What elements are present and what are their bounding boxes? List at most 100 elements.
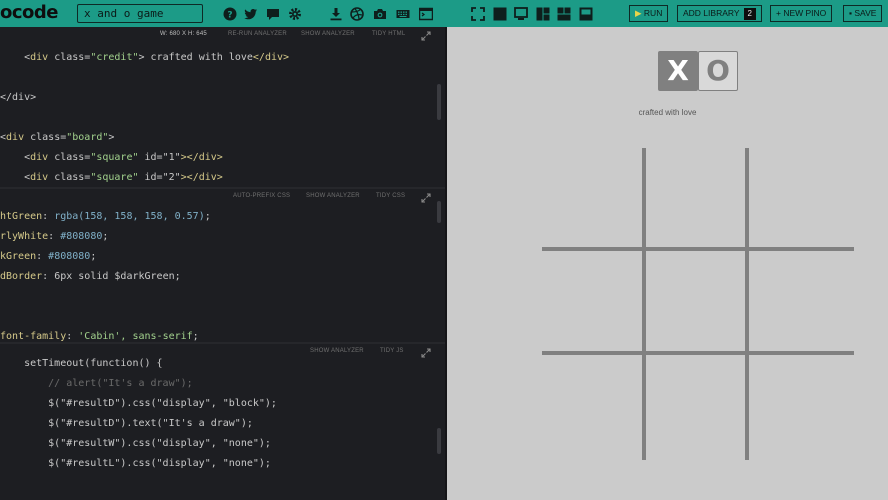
tidy-css-button[interactable]: TIDY CSS — [376, 193, 405, 199]
save-icon: ▪ — [849, 8, 853, 18]
run-button[interactable]: ▶ RUN — [629, 5, 669, 22]
code-token: ; — [192, 331, 199, 342]
code-line: <div class="square" id="2"></div> — [0, 170, 223, 186]
code-token: font-family — [0, 331, 67, 342]
code-token: ></div> — [180, 152, 223, 163]
css-scrollbar[interactable] — [437, 201, 441, 223]
keyboard-icon[interactable] — [396, 7, 410, 21]
library-count-badge: 2 — [743, 8, 756, 20]
code-line: // alert("It's a draw"); — [0, 378, 193, 389]
code-token: #808080 — [48, 251, 91, 262]
tidy-js-button[interactable]: TIDY JS — [380, 348, 404, 354]
code-token: kGreen — [0, 251, 37, 262]
show-analyzer-button[interactable]: SHOW ANALYZER — [306, 193, 360, 199]
code-line: $("#resultW").css("display", "none"); — [0, 438, 271, 449]
js-pane: SHOW ANALYZER TIDY JS setTimeout(functio… — [0, 344, 445, 500]
code-line: setTimeout(function() { — [0, 358, 163, 369]
code-token: div — [6, 132, 25, 143]
layout-split-icon[interactable] — [536, 7, 550, 21]
layout-tiles-icon[interactable] — [557, 7, 571, 21]
code-line: dBorder: 6px solid $darkGreen; — [0, 269, 181, 285]
code-token: ; — [174, 271, 181, 282]
play-icon: ▶ — [635, 8, 642, 18]
board-line-horizontal — [542, 351, 854, 355]
new-pino-button[interactable]: + NEW PINO — [770, 5, 833, 22]
code-token: ; — [90, 251, 97, 262]
code-token: 6px solid $darkGreen — [54, 271, 175, 282]
download-icon[interactable] — [329, 7, 343, 21]
board-line-vertical — [745, 148, 749, 460]
add-library-button[interactable]: ADD LIBRARY 2 — [677, 5, 762, 22]
html-pane: W: 680 x H: 645 RE-RUN ANALYZER SHOW ANA… — [0, 27, 445, 187]
code-line: <div class="board"> — [0, 130, 114, 146]
code-token: "board" — [66, 132, 109, 143]
autoprefix-css-button[interactable]: AUTO-PREFIX CSS — [233, 193, 290, 199]
code-token: : — [42, 271, 55, 282]
html-scrollbar[interactable] — [437, 84, 441, 120]
svg-text:?: ? — [227, 11, 232, 21]
code-token: "credit" — [90, 52, 139, 63]
code-line: font-family: 'Cabin', sans-serif; — [0, 329, 199, 342]
code-token: < — [0, 172, 31, 183]
code-token: </div> — [0, 92, 37, 103]
css-pane: AUTO-PREFIX CSS SHOW ANALYZER TIDY CSS h… — [0, 189, 445, 342]
code-token: class= — [48, 152, 91, 163]
fullscreen-icon[interactable] — [471, 7, 485, 21]
expand-icon[interactable] — [421, 193, 431, 203]
code-token: #808080 — [60, 231, 103, 242]
help-icon[interactable]: ? — [223, 7, 237, 21]
board-line-horizontal — [542, 247, 854, 251]
code-token: </div> — [252, 52, 290, 63]
code-token: div — [30, 172, 49, 183]
dribbble-icon[interactable] — [350, 7, 364, 21]
code-token: < — [0, 52, 31, 63]
show-analyzer-button[interactable]: SHOW ANALYZER — [310, 348, 364, 354]
code-token: rgba(158, 158, 158, 0.57) — [54, 211, 205, 222]
rerun-analyzer-button[interactable]: RE-RUN ANALYZER — [228, 31, 287, 37]
html-pane-header: W: 680 x H: 645 RE-RUN ANALYZER SHOW ANA… — [0, 27, 445, 43]
o-player-button[interactable]: O — [698, 51, 738, 91]
css-pane-header: AUTO-PREFIX CSS SHOW ANALYZER TIDY CSS — [0, 189, 445, 205]
code-editor: W: 680 x H: 645 RE-RUN ANALYZER SHOW ANA… — [0, 27, 445, 500]
code-token: htGreen — [0, 211, 43, 222]
pen-title-input[interactable]: x and o game — [77, 4, 203, 23]
code-token: div — [30, 152, 49, 163]
dimensions-readout: W: 680 x H: 645 — [160, 31, 207, 37]
code-line: </div> — [0, 90, 36, 106]
tidy-html-button[interactable]: TIDY HTML — [372, 31, 405, 37]
code-token: id="1" — [138, 152, 181, 163]
code-token: ; — [204, 211, 211, 222]
layout-screen-icon[interactable] — [514, 7, 528, 21]
code-line: kGreen: #808080; — [0, 249, 96, 265]
layout-full-icon[interactable] — [493, 7, 507, 21]
logo[interactable]: ocode — [0, 2, 59, 24]
code-line: <div class="square" id="1"></div> — [0, 150, 223, 166]
x-player-button[interactable]: X — [658, 51, 698, 91]
credit-text: crafted with love — [638, 108, 697, 117]
expand-icon[interactable] — [421, 348, 431, 358]
gear-icon[interactable] — [288, 7, 302, 21]
code-token: ></div> — [180, 172, 223, 183]
code-token: crafted with love — [144, 52, 253, 63]
terminal-icon[interactable] — [419, 7, 433, 21]
show-analyzer-button[interactable]: SHOW ANALYZER — [301, 31, 355, 37]
code-token: id="2" — [138, 172, 181, 183]
layout-bottom-icon[interactable] — [579, 7, 593, 21]
code-token: > — [108, 132, 115, 143]
camera-icon[interactable] — [373, 7, 387, 21]
comment-icon[interactable] — [266, 7, 280, 21]
code-token: ; — [102, 231, 109, 242]
code-token: "square" — [90, 172, 139, 183]
expand-icon[interactable] — [421, 31, 431, 41]
code-token: : — [36, 251, 49, 262]
code-line: $("#resultL").css("display", "none"); — [0, 458, 271, 469]
code-token: rlyWhite — [0, 231, 49, 242]
code-line: <div class="credit"> crafted with love</… — [0, 50, 289, 66]
save-button[interactable]: ▪ SAVE — [843, 5, 883, 22]
code-token: div — [30, 52, 49, 63]
code-line: $("#resultD").text("It's a draw"); — [0, 418, 253, 429]
twitter-icon[interactable] — [244, 7, 258, 21]
code-line: rlyWhite: #808080; — [0, 229, 108, 245]
code-line: htGreen: rgba(158, 158, 158, 0.57); — [0, 209, 211, 225]
js-scrollbar[interactable] — [437, 428, 441, 454]
